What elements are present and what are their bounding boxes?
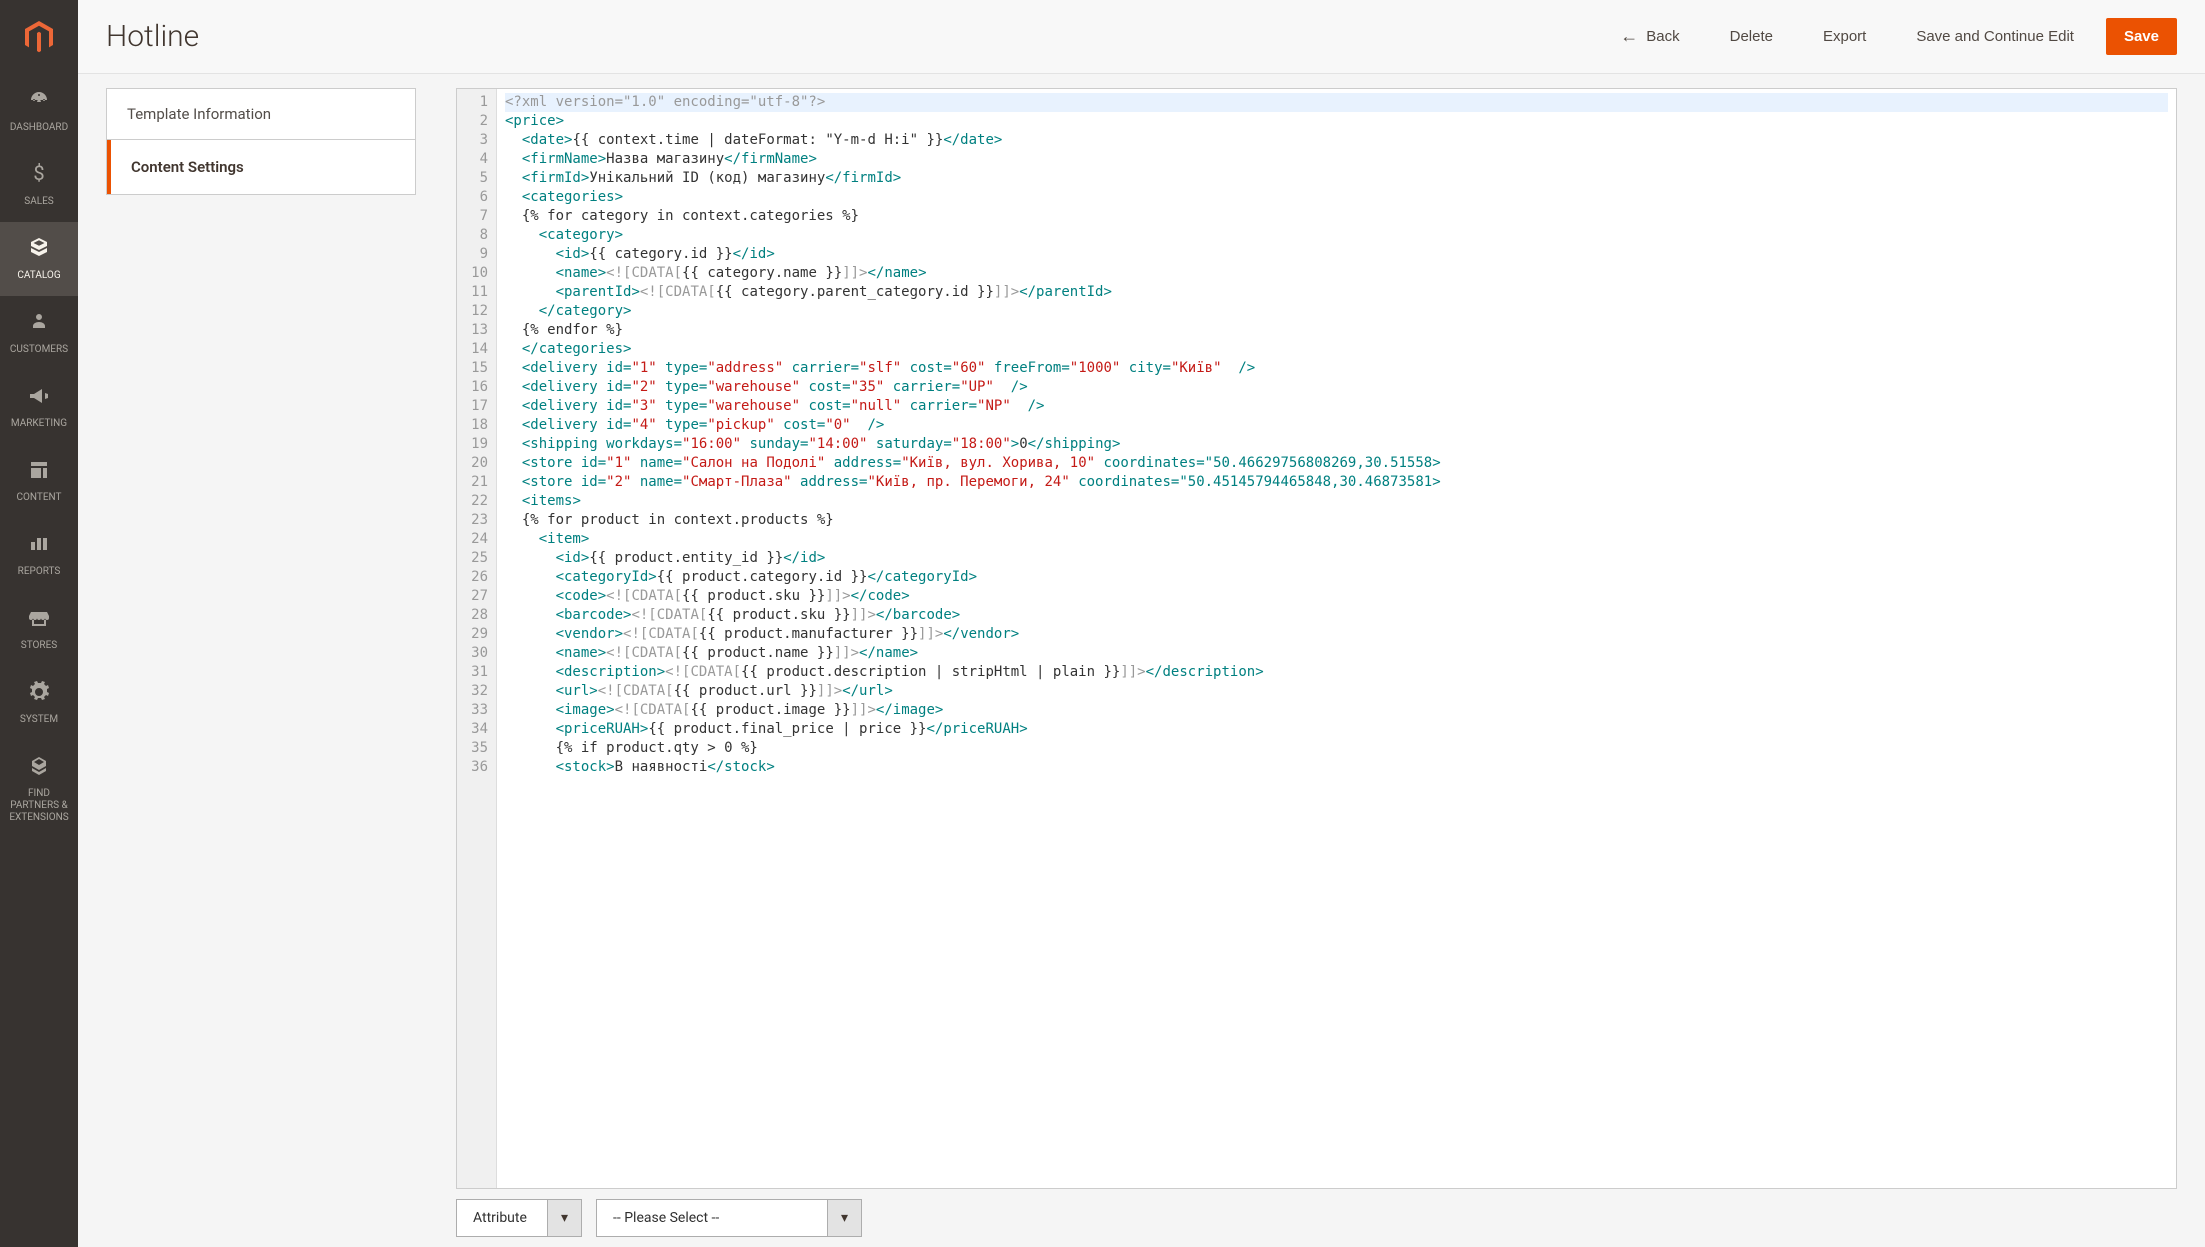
section-template-information[interactable]: Template Information [107,89,415,140]
sidebar-item-catalog[interactable]: CATALOG [0,222,78,296]
back-button[interactable]: Back [1602,16,1697,57]
stores-icon [27,606,51,634]
code-editor[interactable]: 1234567891011121314151617181920212223242… [456,88,2177,1189]
attribute-dropdown[interactable]: Attribute [456,1199,582,1237]
magento-logo[interactable] [0,0,78,74]
attribute-select-dropdown[interactable]: -- Please Select -- [596,1199,862,1237]
sidebar-item-label: FIND PARTNERS & EXTENSIONS [4,788,74,824]
save-button[interactable]: Save [2106,18,2177,55]
save-continue-button[interactable]: Save and Continue Edit [1898,18,2092,55]
sidebar-item-system[interactable]: SYSTEM [0,666,78,740]
sidebar-item-label: CUSTOMERS [10,344,68,356]
svg-text:$: $ [33,162,44,185]
sidebar-item-label: STORES [21,640,57,652]
dashboard-icon [27,88,51,116]
reports-icon [27,532,51,560]
sidebar-item-sales[interactable]: $ SALES [0,148,78,222]
sidebar-item-label: CATALOG [17,270,60,282]
select-placeholder: -- Please Select -- [597,1210,827,1226]
sidebar-item-dashboard[interactable]: DASHBOARD [0,74,78,148]
attribute-label: Attribute [457,1210,547,1226]
sidebar-item-stores[interactable]: STORES [0,592,78,666]
chevron-down-icon[interactable] [827,1200,861,1236]
code-content[interactable]: <?xml version="1.0" encoding="utf-8"?><p… [497,89,2176,1188]
delete-button[interactable]: Delete [1712,18,1791,55]
marketing-icon [27,384,51,412]
sidebar-item-marketing[interactable]: MARKETING [0,370,78,444]
content-icon [27,458,51,486]
gear-icon [27,680,51,708]
admin-sidebar: DASHBOARD $ SALES CATALOG CUSTOMERS MARK… [0,0,78,1247]
export-button[interactable]: Export [1805,18,1884,55]
sidebar-item-content[interactable]: CONTENT [0,444,78,518]
sidebar-item-reports[interactable]: REPORTS [0,518,78,592]
sidebar-item-customers[interactable]: CUSTOMERS [0,296,78,370]
customers-icon [27,310,51,338]
chevron-down-icon[interactable] [547,1200,581,1236]
line-number-gutter: 1234567891011121314151617181920212223242… [457,89,497,1188]
left-tabs-panel: Template Information Content Settings [106,74,416,1247]
catalog-icon [27,236,51,264]
section-content-settings[interactable]: Content Settings [107,140,415,194]
sidebar-item-label: MARKETING [11,418,67,430]
sidebar-item-partners[interactable]: FIND PARTNERS & EXTENSIONS [0,740,78,838]
page-header: Hotline Back Delete Export Save and Cont… [78,0,2205,74]
sidebar-item-label: SALES [24,196,53,208]
sidebar-item-label: SYSTEM [20,714,58,726]
partners-icon [27,754,51,782]
sidebar-item-label: REPORTS [18,566,61,578]
sales-icon: $ [27,162,51,190]
sidebar-item-label: CONTENT [17,492,62,504]
editor-bottom-toolbar: Attribute -- Please Select -- [456,1189,2177,1247]
sidebar-item-label: DASHBOARD [10,122,68,134]
page-title: Hotline [106,19,1602,54]
